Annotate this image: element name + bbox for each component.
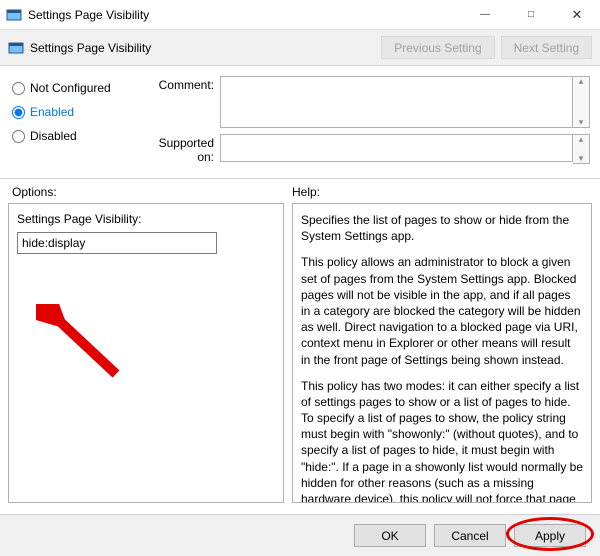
comment-scrollbar[interactable]: ▴▾ (573, 76, 590, 128)
title-bar: Settings Page Visibility — □ ✕ (0, 0, 600, 30)
help-p2: This policy allows an administrator to b… (301, 254, 583, 367)
options-heading: Options: (12, 185, 292, 199)
apply-button[interactable]: Apply (514, 524, 586, 547)
comment-input[interactable] (220, 76, 573, 128)
help-p1: Specifies the list of pages to show or h… (301, 212, 583, 244)
help-heading: Help: (292, 185, 590, 199)
policy-icon (6, 7, 22, 23)
header-strip: Settings Page Visibility Previous Settin… (0, 30, 600, 66)
policy-icon (8, 40, 24, 56)
radio-not-configured-input[interactable] (12, 82, 25, 95)
help-p3: This policy has two modes: it can either… (301, 378, 583, 503)
help-panel[interactable]: Specifies the list of pages to show or h… (292, 203, 592, 503)
radio-not-configured[interactable]: Not Configured (12, 78, 140, 98)
comment-row: Comment: ▴▾ (140, 76, 590, 128)
radio-enabled[interactable]: Enabled (12, 102, 140, 122)
radio-not-configured-label: Not Configured (30, 81, 111, 95)
minimize-button[interactable]: — (462, 0, 508, 29)
ok-button[interactable]: OK (354, 524, 426, 547)
supported-row: Supported on: ▴▾ (140, 134, 590, 164)
dialog-footer: OK Cancel Apply (0, 514, 600, 556)
supported-scrollbar[interactable]: ▴▾ (573, 134, 590, 164)
next-setting-button[interactable]: Next Setting (501, 36, 592, 59)
radio-enabled-label: Enabled (30, 105, 74, 119)
maximize-button[interactable]: □ (508, 0, 554, 29)
visibility-input[interactable] (17, 232, 217, 254)
radio-disabled-input[interactable] (12, 130, 25, 143)
options-field-label: Settings Page Visibility: (17, 212, 275, 226)
panels: Settings Page Visibility: Specifies the … (0, 203, 600, 503)
supported-value (220, 134, 573, 162)
cancel-button[interactable]: Cancel (434, 524, 506, 547)
state-radios: Not Configured Enabled Disabled (12, 76, 140, 170)
window-title: Settings Page Visibility (28, 8, 462, 22)
policy-state-area: Not Configured Enabled Disabled Comment:… (0, 66, 600, 179)
options-panel: Settings Page Visibility: (8, 203, 284, 503)
radio-disabled[interactable]: Disabled (12, 126, 140, 146)
close-button[interactable]: ✕ (554, 0, 600, 29)
radio-disabled-label: Disabled (30, 129, 77, 143)
prev-setting-button[interactable]: Previous Setting (381, 36, 494, 59)
comment-label: Comment: (140, 76, 220, 128)
radio-enabled-input[interactable] (12, 106, 25, 119)
section-labels: Options: Help: (0, 179, 600, 203)
supported-label: Supported on: (140, 134, 220, 164)
policy-title: Settings Page Visibility (30, 41, 375, 55)
